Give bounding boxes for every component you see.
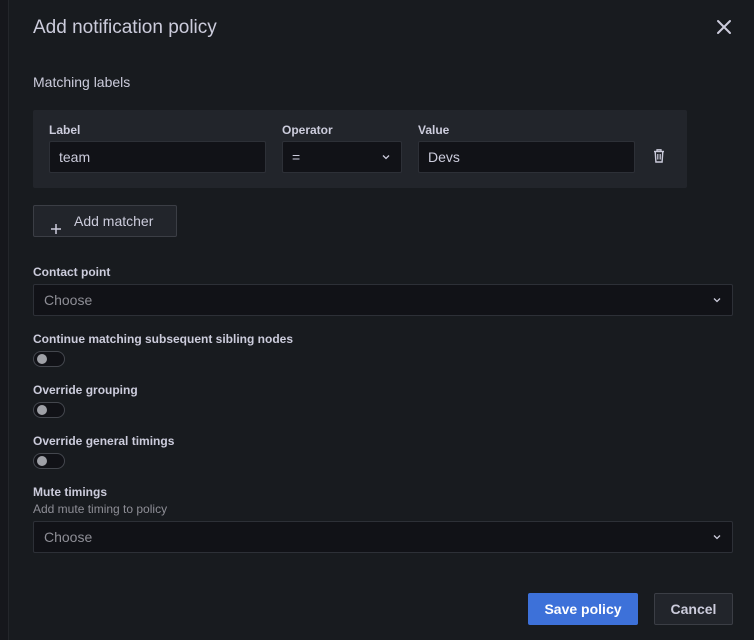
value-header: Value [418,123,450,137]
override-grouping-toggle[interactable] [33,402,65,418]
override-timings-toggle[interactable] [33,453,65,469]
chevron-down-icon [712,295,722,305]
toggle-knob [37,405,47,415]
label-header: Label [49,123,81,137]
chevron-down-icon [712,532,722,542]
override-timings-label: Override general timings [33,434,175,448]
chevron-down-icon [381,152,391,162]
add-matcher-label: Add matcher [74,213,154,229]
toggle-knob [37,354,47,364]
close-icon[interactable] [713,16,735,38]
trash-icon[interactable] [652,148,666,164]
mute-timings-select[interactable]: Choose [33,521,733,553]
matcher-row: Label Operator Value team = Devs [33,110,687,188]
contact-point-placeholder: Choose [44,292,93,308]
operator-header: Operator [282,123,333,137]
dialog-title: Add notification policy [33,17,217,38]
save-policy-button[interactable]: Save policy [528,593,638,625]
operator-value: = [292,149,301,165]
contact-point-label: Contact point [33,265,111,279]
mute-timings-description: Add mute timing to policy [33,502,168,516]
add-matcher-button[interactable]: Add matcher [33,205,177,237]
page-backdrop [0,0,8,640]
notification-policy-drawer: Add notification policy Matching labels … [8,0,754,640]
toggle-knob [37,456,47,466]
mute-timings-label: Mute timings [33,485,107,499]
continue-matching-label: Continue matching subsequent sibling nod… [33,332,294,346]
plus-icon [50,215,62,234]
override-grouping-label: Override grouping [33,383,138,397]
mute-timings-placeholder: Choose [44,529,93,545]
cancel-button[interactable]: Cancel [654,593,733,625]
matcher-label-input[interactable]: team [49,141,266,173]
contact-point-select[interactable]: Choose [33,284,733,316]
continue-matching-toggle[interactable] [33,351,65,367]
matcher-operator-select[interactable]: = [282,141,402,173]
matcher-value-input[interactable]: Devs [418,141,635,173]
matching-labels-title: Matching labels [33,74,131,90]
